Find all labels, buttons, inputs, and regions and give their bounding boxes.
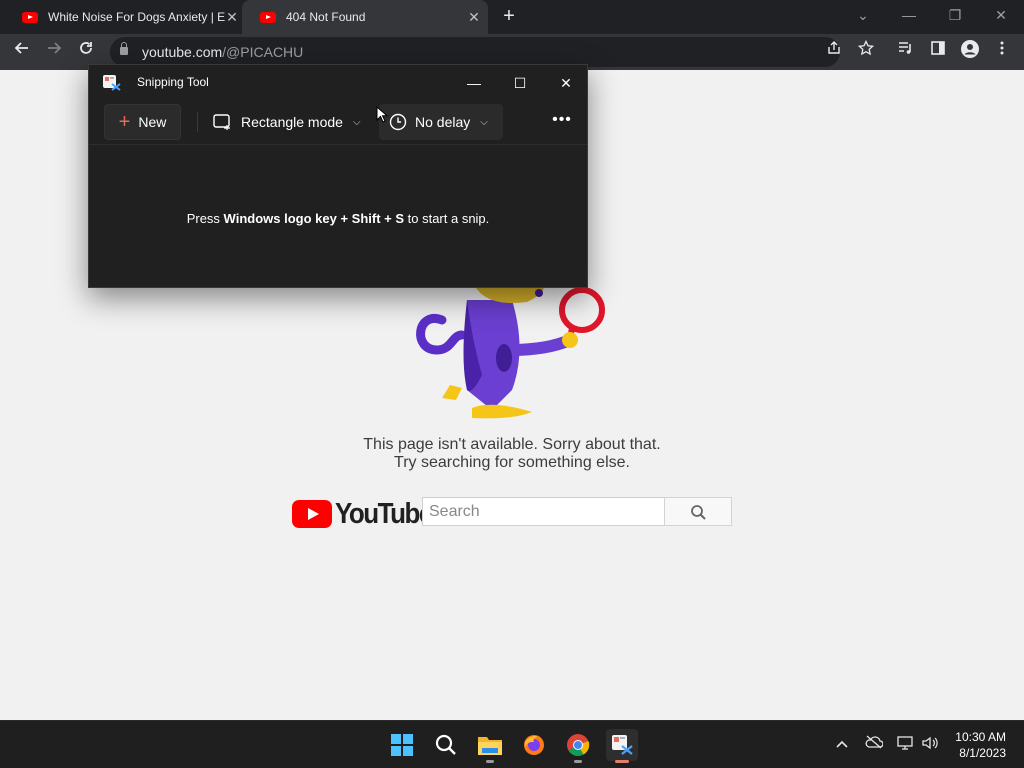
windows-taskbar: 10:30 AM 8/1/2023 <box>0 720 1024 768</box>
tab-close-icon[interactable]: ✕ <box>224 9 240 25</box>
firefox-icon <box>524 735 544 755</box>
error-message: This page isn't available. Sorry about t… <box>0 436 1024 472</box>
error-line-1: This page isn't available. Sorry about t… <box>363 436 661 453</box>
youtube-wordmark: YouTube <box>335 496 433 530</box>
reload-icon <box>80 42 92 54</box>
share-button[interactable] <box>822 40 846 64</box>
new-tab-button[interactable]: + <box>498 5 520 27</box>
side-panel-icon <box>931 41 945 55</box>
system-clock[interactable]: 10:30 AM 8/1/2023 <box>955 729 1006 761</box>
star-icon <box>857 39 875 56</box>
hint-keys: Windows logo key + Shift + S <box>223 211 405 226</box>
snipping-tool-titlebar[interactable]: Snipping Tool — ☐ ✕ <box>89 65 587 99</box>
network-icon[interactable] <box>896 735 916 755</box>
chevron-down-icon: ⌵ <box>480 116 488 128</box>
bookmark-button[interactable] <box>854 39 878 64</box>
forward-button[interactable] <box>42 40 66 64</box>
tab-close-icon[interactable]: ✕ <box>466 9 482 25</box>
plus-icon: + <box>118 111 131 133</box>
youtube-logo[interactable]: YouTube <box>292 496 433 530</box>
reload-button[interactable] <box>74 40 98 64</box>
error-line-2: Try searching for something else. <box>394 454 630 471</box>
playlist-icon <box>899 42 911 54</box>
url-path: /@PICACHU <box>222 44 304 60</box>
file-explorer-button[interactable] <box>474 729 506 763</box>
search-icon <box>691 505 706 520</box>
snipping-tool-toolbar: + New Rectangle mode ⌵ No delay ⌵ ••• <box>89 99 587 145</box>
tab-search-chevron-icon[interactable]: ⌄ <box>840 0 886 30</box>
share-icon <box>828 41 840 54</box>
start-button[interactable] <box>386 729 418 761</box>
chrome-icon <box>567 734 590 756</box>
address-bar[interactable]: youtube.com/@PICACHU <box>110 37 840 67</box>
chrome-button[interactable] <box>562 729 594 763</box>
see-more-button[interactable]: ••• <box>547 109 577 135</box>
snip-mode-label: Rectangle mode <box>241 114 343 130</box>
snip-mode-dropdown[interactable]: Rectangle mode ⌵ <box>203 104 371 140</box>
youtube-favicon-icon <box>260 11 276 23</box>
running-indicator <box>486 760 494 763</box>
taskbar-search-button[interactable] <box>430 729 462 761</box>
snipping-tool-icon <box>612 735 633 755</box>
snip-delay-dropdown[interactable]: No delay ⌵ <box>379 104 503 140</box>
back-button[interactable] <box>10 40 34 64</box>
kebab-menu-icon <box>1000 41 1004 55</box>
running-indicator <box>574 760 582 763</box>
youtube-favicon-icon <box>22 11 38 23</box>
close-window-button[interactable]: ✕ <box>978 0 1024 30</box>
youtube-play-icon <box>292 499 332 528</box>
arrow-left-icon <box>14 42 28 54</box>
tab-white-noise[interactable]: White Noise For Dogs Anxiety | E ✕ <box>4 0 246 34</box>
search-icon <box>435 734 456 755</box>
new-snip-button[interactable]: + New <box>104 104 181 140</box>
new-snip-label: New <box>138 114 167 130</box>
profile-avatar-icon <box>961 40 979 58</box>
snip-delay-label: No delay <box>415 114 471 130</box>
clock-date: 8/1/2023 <box>959 746 1006 760</box>
side-panel-button[interactable] <box>926 40 950 64</box>
tab-title: White Noise For Dogs Anxiety | E <box>48 10 226 24</box>
search-button[interactable] <box>664 497 732 526</box>
snip-minimize-button[interactable]: — <box>451 69 497 97</box>
lock-icon[interactable] <box>120 42 128 55</box>
firefox-button[interactable] <box>518 729 550 761</box>
volume-icon[interactable] <box>920 735 940 755</box>
search-input[interactable] <box>423 498 664 525</box>
toolbar-divider <box>197 112 198 132</box>
arrow-right-icon <box>48 42 62 54</box>
search-box[interactable] <box>422 497 665 526</box>
url-host: youtube.com <box>142 44 223 60</box>
snipping-tool-title: Snipping Tool <box>137 75 209 89</box>
clock-time: 10:30 AM <box>955 730 1006 744</box>
folder-icon <box>478 737 502 755</box>
mouse-cursor-icon <box>376 106 388 123</box>
snip-close-button[interactable]: ✕ <box>543 69 589 97</box>
restore-button[interactable]: ❐ <box>932 0 978 30</box>
tab-title: 404 Not Found <box>286 10 366 24</box>
snipping-tool-window: Snipping Tool — ☐ ✕ + New Rectangle mode… <box>88 64 588 288</box>
profile-button[interactable] <box>958 40 982 64</box>
media-control-button[interactable] <box>894 40 918 64</box>
monkey-illustration-icon <box>416 280 605 419</box>
tab-404-not-found[interactable]: 404 Not Found ✕ <box>242 0 488 34</box>
show-hidden-icons-chevron-icon[interactable] <box>832 735 852 755</box>
url-text[interactable]: youtube.com/@PICACHU <box>142 44 303 60</box>
hint-suffix: to start a snip. <box>404 211 490 226</box>
snipping-tool-taskbar-button[interactable] <box>606 729 638 763</box>
minimize-button[interactable]: — <box>886 0 932 30</box>
rectangle-mode-icon <box>213 114 230 130</box>
onedrive-offline-icon[interactable] <box>864 735 884 755</box>
snip-hint: Press Windows logo key + Shift + S to st… <box>89 211 587 226</box>
snip-maximize-button[interactable]: ☐ <box>497 69 543 97</box>
windows-logo-icon <box>391 734 413 756</box>
hint-prefix: Press <box>186 211 224 226</box>
clock-icon <box>389 113 407 131</box>
browser-tab-strip: White Noise For Dogs Anxiety | E ✕ 404 N… <box>0 0 1024 34</box>
chevron-down-icon: ⌵ <box>352 116 361 128</box>
snipping-tool-logo-icon <box>103 75 121 91</box>
chrome-menu-button[interactable] <box>990 40 1014 64</box>
active-indicator <box>615 760 629 763</box>
